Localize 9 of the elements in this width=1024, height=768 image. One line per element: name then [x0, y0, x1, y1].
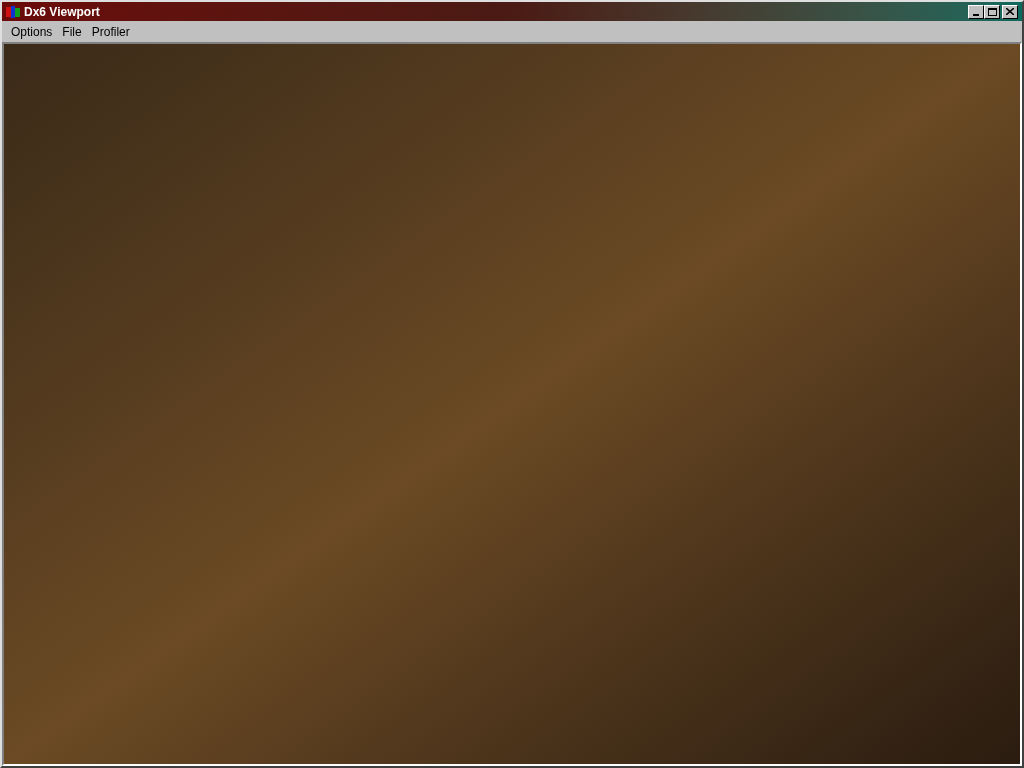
- close-icon: [1006, 8, 1014, 15]
- menu-item[interactable]: File: [57, 22, 87, 41]
- menu-item[interactable]: Profiler: [86, 22, 135, 41]
- app-icon: [6, 4, 20, 19]
- close-button[interactable]: [1002, 4, 1018, 19]
- minimize-button[interactable]: [968, 4, 984, 19]
- window-title: Dx6 Viewport: [24, 3, 100, 21]
- maximize-button[interactable]: [984, 4, 1000, 19]
- menu-item[interactable]: Options: [6, 22, 58, 41]
